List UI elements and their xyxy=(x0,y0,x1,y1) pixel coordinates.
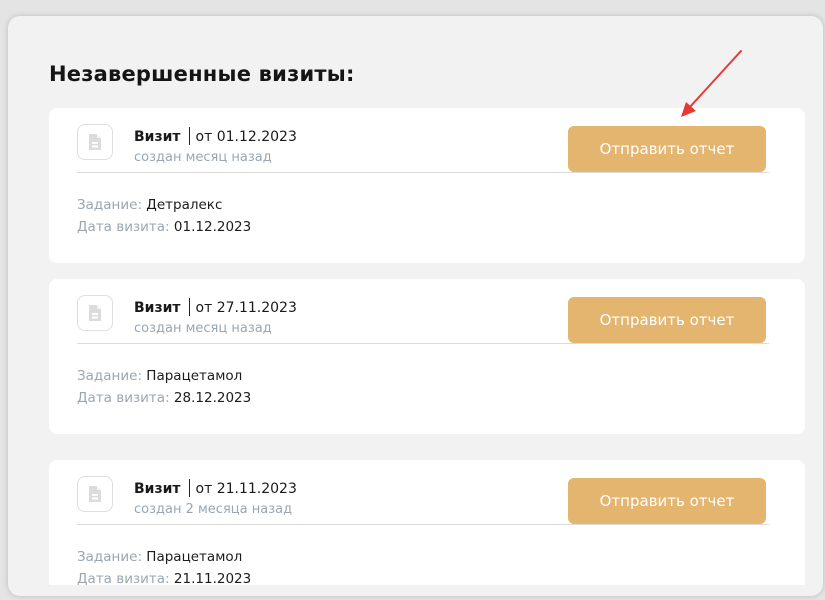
visit-type-label: Визит xyxy=(134,129,181,145)
send-report-button[interactable]: Отправить отчет xyxy=(568,478,766,524)
document-icon xyxy=(77,476,113,512)
visit-type-label: Визит xyxy=(134,481,181,497)
task-label: Задание: xyxy=(77,549,142,565)
visit-created-time: создан месяц назад xyxy=(134,150,272,165)
visit-date-label: от 21.11.2023 xyxy=(195,481,297,497)
task-value: Детралекс xyxy=(146,197,223,213)
visit-card: Визит от 21.11.2023 создан 2 месяца назад… xyxy=(49,460,805,585)
visit-created-time: создан месяц назад xyxy=(134,321,272,336)
visit-date-key: Дата визита: xyxy=(77,390,170,406)
send-report-button[interactable]: Отправить отчет xyxy=(568,297,766,343)
visit-card-header: Визит от 21.11.2023 создан 2 месяца назад… xyxy=(77,476,769,525)
visit-date-value: 28.12.2023 xyxy=(173,390,252,406)
task-label: Задание: xyxy=(77,368,142,384)
document-icon xyxy=(77,124,113,160)
page-title: Незавершенные визиты: xyxy=(49,62,355,86)
task-label: Задание: xyxy=(77,197,142,213)
visit-date-row: Дата визита: 28.12.2023 xyxy=(77,387,251,409)
visit-type-label: Визит xyxy=(134,300,181,316)
visit-heading: Визит от 27.11.2023 xyxy=(134,298,297,316)
visit-card: Визит от 01.12.2023 создан месяц назад От… xyxy=(49,108,805,263)
visit-date-row: Дата визита: 21.11.2023 xyxy=(77,568,251,585)
visit-date-row: Дата визита: 01.12.2023 xyxy=(77,216,251,238)
visit-heading: Визит от 21.11.2023 xyxy=(134,479,297,497)
visit-date-label: от 27.11.2023 xyxy=(195,300,297,316)
heading-divider xyxy=(188,127,190,145)
visit-date-value: 01.12.2023 xyxy=(173,219,252,235)
visit-date-label: от 01.12.2023 xyxy=(195,129,297,145)
document-icon xyxy=(77,295,113,331)
task-row: Задание: Парацетамол xyxy=(77,365,251,387)
task-value: Парацетамол xyxy=(146,368,243,384)
task-value: Парацетамол xyxy=(146,549,243,565)
visit-card-header: Визит от 27.11.2023 создан месяц назад От… xyxy=(77,295,769,344)
heading-divider xyxy=(188,298,190,316)
visit-list[interactable]: Визит от 01.12.2023 создан месяц назад От… xyxy=(49,108,805,585)
visit-details: Задание: Парацетамол Дата визита: 21.11.… xyxy=(77,546,251,585)
visit-card: Визит от 27.11.2023 создан месяц назад От… xyxy=(49,279,805,434)
task-row: Задание: Детралекс xyxy=(77,194,251,216)
task-row: Задание: Парацетамол xyxy=(77,546,251,568)
visit-date-key: Дата визита: xyxy=(77,571,170,585)
visit-date-value: 21.11.2023 xyxy=(173,571,252,585)
unfinished-visits-panel: Незавершенные визиты: Визит от 01.12.2023… xyxy=(8,16,823,596)
visit-card-header: Визит от 01.12.2023 создан месяц назад От… xyxy=(77,124,769,173)
visit-heading: Визит от 01.12.2023 xyxy=(134,127,297,145)
visit-created-time: создан 2 месяца назад xyxy=(134,502,293,517)
visit-details: Задание: Детралекс Дата визита: 01.12.20… xyxy=(77,194,251,238)
send-report-button[interactable]: Отправить отчет xyxy=(568,126,766,172)
visit-date-key: Дата визита: xyxy=(77,219,170,235)
heading-divider xyxy=(188,479,190,497)
visit-details: Задание: Парацетамол Дата визита: 28.12.… xyxy=(77,365,251,409)
